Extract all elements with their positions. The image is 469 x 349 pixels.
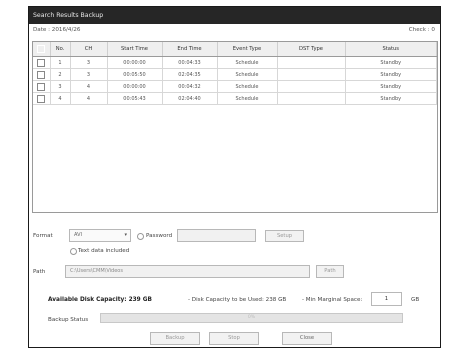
column-header: Event Type (217, 42, 278, 57)
cell-status: Standby (345, 68, 437, 81)
min-marginal-space-unit: GB (411, 297, 420, 303)
cell-event-type: Schedule (217, 92, 278, 105)
password-input[interactable] (177, 229, 256, 242)
cell-dst-type (277, 80, 346, 93)
cell-no: 2 (50, 68, 71, 81)
table-row[interactable]: 4 4 00:05:43 02:04:40 Schedule Standby (33, 92, 437, 105)
check-count: Check : 0 (408, 27, 435, 33)
password-label: Password (146, 233, 173, 239)
cell-end-time: 00:04:33 (162, 56, 218, 69)
table-row[interactable]: 2 3 00:05:50 02:04:35 Schedule Standby (33, 68, 437, 81)
cell-dst-type (277, 56, 346, 69)
checkbox-icon (37, 82, 46, 91)
cell-end-time: 00:04:32 (162, 80, 218, 93)
row-checkbox[interactable] (33, 92, 51, 105)
cell-start-time: 00:05:43 (107, 92, 163, 105)
row-checkbox[interactable] (33, 68, 51, 81)
available-disk-capacity: Available Disk Capacity: 239 GB (48, 297, 152, 303)
backup-progress-bar: 0% (100, 313, 403, 323)
cell-start-time: 00:00:00 (107, 56, 163, 69)
column-header: Start Time (107, 42, 163, 57)
table-row[interactable]: 3 4 00:00:00 00:04:32 Schedule Standby (33, 80, 437, 93)
cell-no: 1 (50, 56, 71, 69)
cell-start-time: 00:00:00 (107, 80, 163, 93)
path-input[interactable]: C:\Users\CMM\Videos (65, 265, 310, 278)
cell-ch: 4 (70, 92, 108, 105)
cell-no: 4 (50, 92, 71, 105)
cell-event-type: Schedule (217, 68, 278, 81)
cell-end-time: 02:04:35 (162, 68, 218, 81)
path-label: Path (33, 269, 46, 275)
backup-progress-text: 0% (247, 315, 256, 320)
column-header: End Time (162, 42, 218, 57)
row-checkbox[interactable] (33, 80, 51, 93)
cell-status: Standby (345, 56, 437, 69)
backup-button[interactable]: Backup (150, 332, 200, 345)
table-header-row: No. CH Start Time End Time Event Type DS… (33, 42, 437, 57)
chevron-down-icon: ▾ (124, 232, 127, 238)
cell-no: 3 (50, 80, 71, 93)
column-header: CH (70, 42, 108, 57)
dialog-title: Search Results Backup (29, 7, 440, 24)
column-header: No. (50, 42, 71, 57)
format-value: AVI (74, 232, 82, 238)
column-header: Status (345, 42, 437, 57)
text-data-label: Text data included (78, 248, 130, 254)
cell-dst-type (277, 92, 346, 105)
search-results-backup-dialog: Search Results Backup Date : 2016/4/26 C… (28, 6, 441, 348)
date-label: Date : 2016/4/26 (33, 27, 81, 33)
results-table: No. CH Start Time End Time Event Type DS… (32, 41, 438, 213)
cell-status: Standby (345, 80, 437, 93)
checkbox-icon (37, 94, 46, 103)
cell-dst-type (277, 68, 346, 81)
cell-ch: 3 (70, 56, 108, 69)
cell-status: Standby (345, 92, 437, 105)
table-row[interactable]: 1 3 00:00:00 00:04:33 Schedule Standby (33, 56, 437, 69)
disk-capacity-to-be-used: - Disk Capacity to be Used: 238 GB (188, 297, 287, 303)
cell-end-time: 02:04:40 (162, 92, 218, 105)
path-button[interactable]: Path (316, 265, 344, 278)
cell-start-time: 00:05:50 (107, 68, 163, 81)
cell-event-type: Schedule (217, 56, 278, 69)
cell-event-type: Schedule (217, 80, 278, 93)
checkbox-icon (37, 45, 46, 53)
cell-ch: 4 (70, 80, 108, 93)
cell-ch: 3 (70, 68, 108, 81)
format-select[interactable]: AVI ▾ (69, 229, 131, 242)
min-marginal-space-label: - Min Marginal Space: (302, 297, 363, 303)
backup-status-label: Backup Status (48, 317, 89, 323)
column-header: DST Type (277, 42, 346, 57)
password-checkbox[interactable] (137, 233, 144, 240)
checkbox-icon (37, 58, 46, 67)
stop-button[interactable]: Stop (209, 332, 259, 345)
min-marginal-space-input[interactable]: 1 (371, 292, 402, 306)
setup-button[interactable]: Setup (265, 230, 304, 242)
select-all-checkbox[interactable] (33, 42, 51, 57)
format-label: Format (33, 233, 53, 239)
close-button[interactable]: Close (282, 332, 332, 345)
text-data-checkbox[interactable] (70, 248, 77, 255)
row-checkbox[interactable] (33, 56, 51, 69)
checkbox-icon (37, 70, 46, 79)
